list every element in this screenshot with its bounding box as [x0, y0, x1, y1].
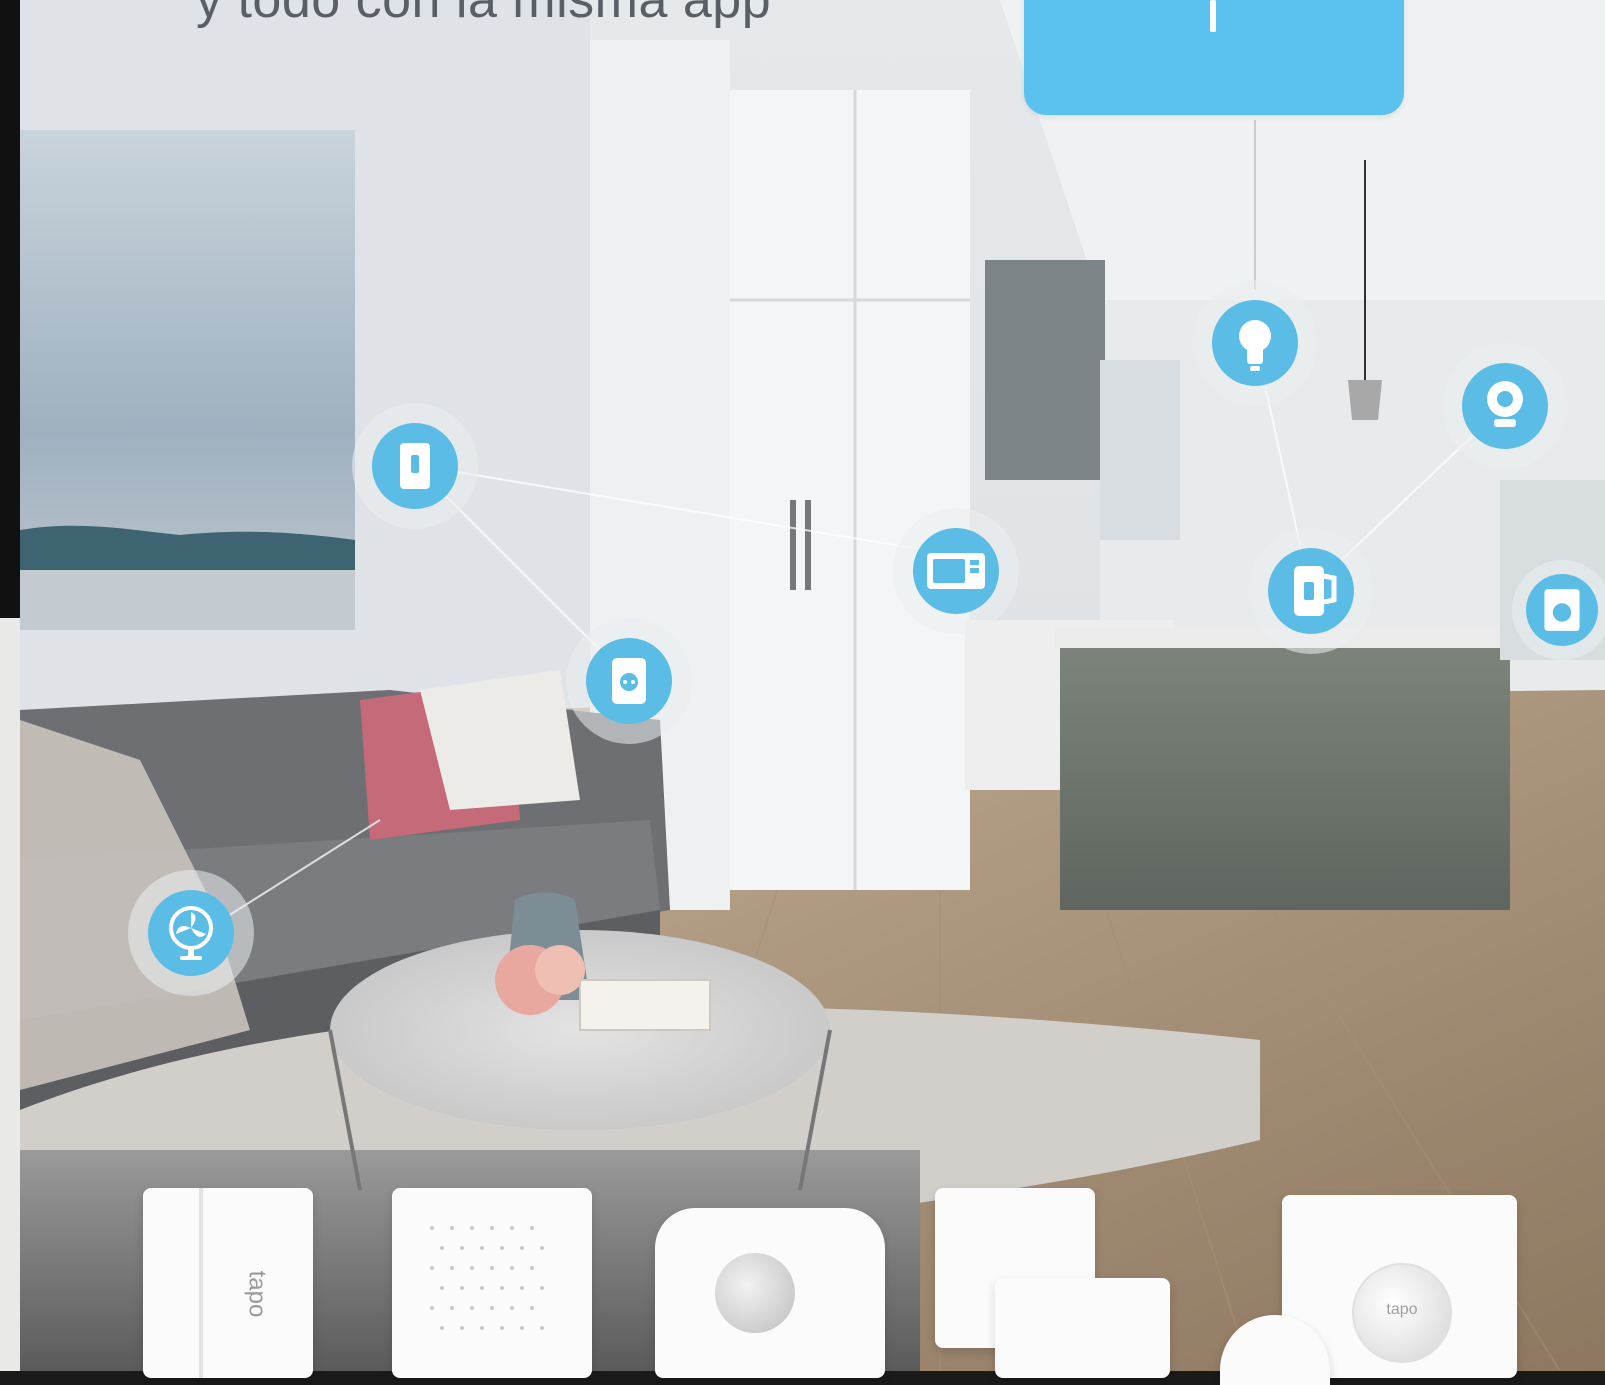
washing-machine-icon [1544, 589, 1580, 631]
washing-machine-node[interactable] [1512, 560, 1605, 660]
app-hub-box [1024, 0, 1404, 115]
camera-node[interactable] [1442, 343, 1568, 469]
motion-sensor-product [655, 1208, 885, 1378]
camera-icon [1487, 381, 1523, 427]
speaker-grille [430, 1226, 544, 1330]
smart-button-disc: tapo [1352, 1263, 1452, 1363]
microwave-icon [927, 553, 985, 589]
room-photo [20, 0, 1605, 1372]
tapo-logo: tapo [243, 1270, 271, 1318]
contact-sensor-product: tapo [143, 1188, 313, 1378]
kettle-icon [1294, 566, 1337, 616]
smart-hub-product [392, 1188, 592, 1378]
smart-switch-icon [400, 443, 430, 489]
door-window-magnet-product [995, 1278, 1170, 1378]
smart-home-scene [0, 0, 1605, 1372]
left-edge-strip [0, 0, 20, 1371]
light-bulb-icon [1239, 320, 1271, 371]
fan-node[interactable] [128, 870, 254, 996]
tapo-button-logo: tapo [1386, 1301, 1418, 1318]
motion-lens [715, 1253, 795, 1333]
smart-plug-icon [612, 658, 646, 704]
fan-icon [169, 906, 213, 960]
headline-text: y todo con la misma app [196, 0, 772, 29]
smart-switch-node[interactable] [352, 403, 478, 529]
kettle-node[interactable] [1248, 528, 1374, 654]
microwave-node[interactable] [893, 508, 1019, 634]
smart-plug-node[interactable] [566, 618, 692, 744]
light-bulb-node[interactable] [1192, 280, 1318, 406]
